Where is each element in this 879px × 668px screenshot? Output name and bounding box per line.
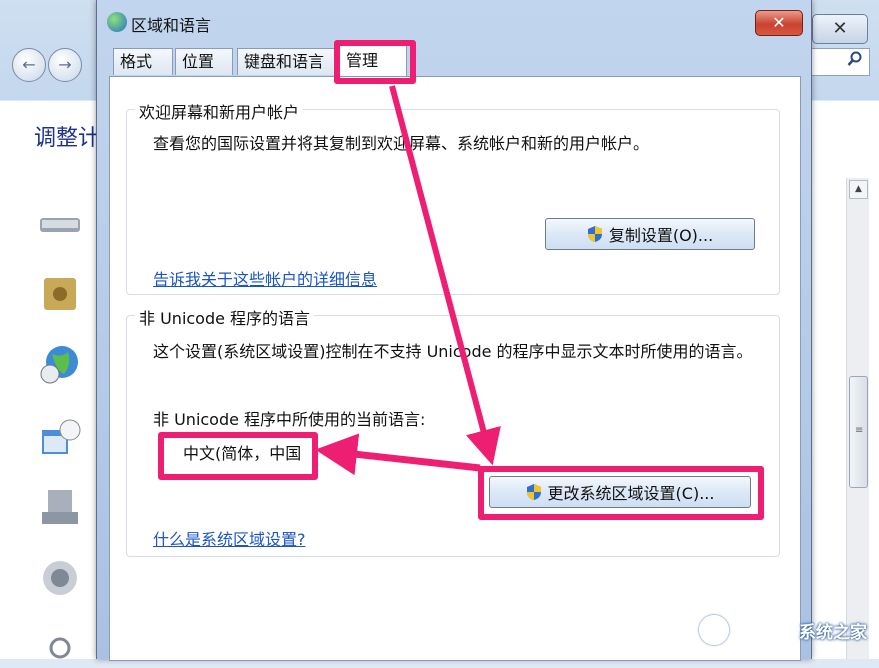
- watermark-logo-icon: [699, 615, 729, 645]
- arrow-tab-to-button: [389, 85, 501, 466]
- arrow-button-to-language: [315, 433, 481, 476]
- watermark: 系统之家: [799, 623, 867, 643]
- annotation-arrows: [315, 85, 501, 476]
